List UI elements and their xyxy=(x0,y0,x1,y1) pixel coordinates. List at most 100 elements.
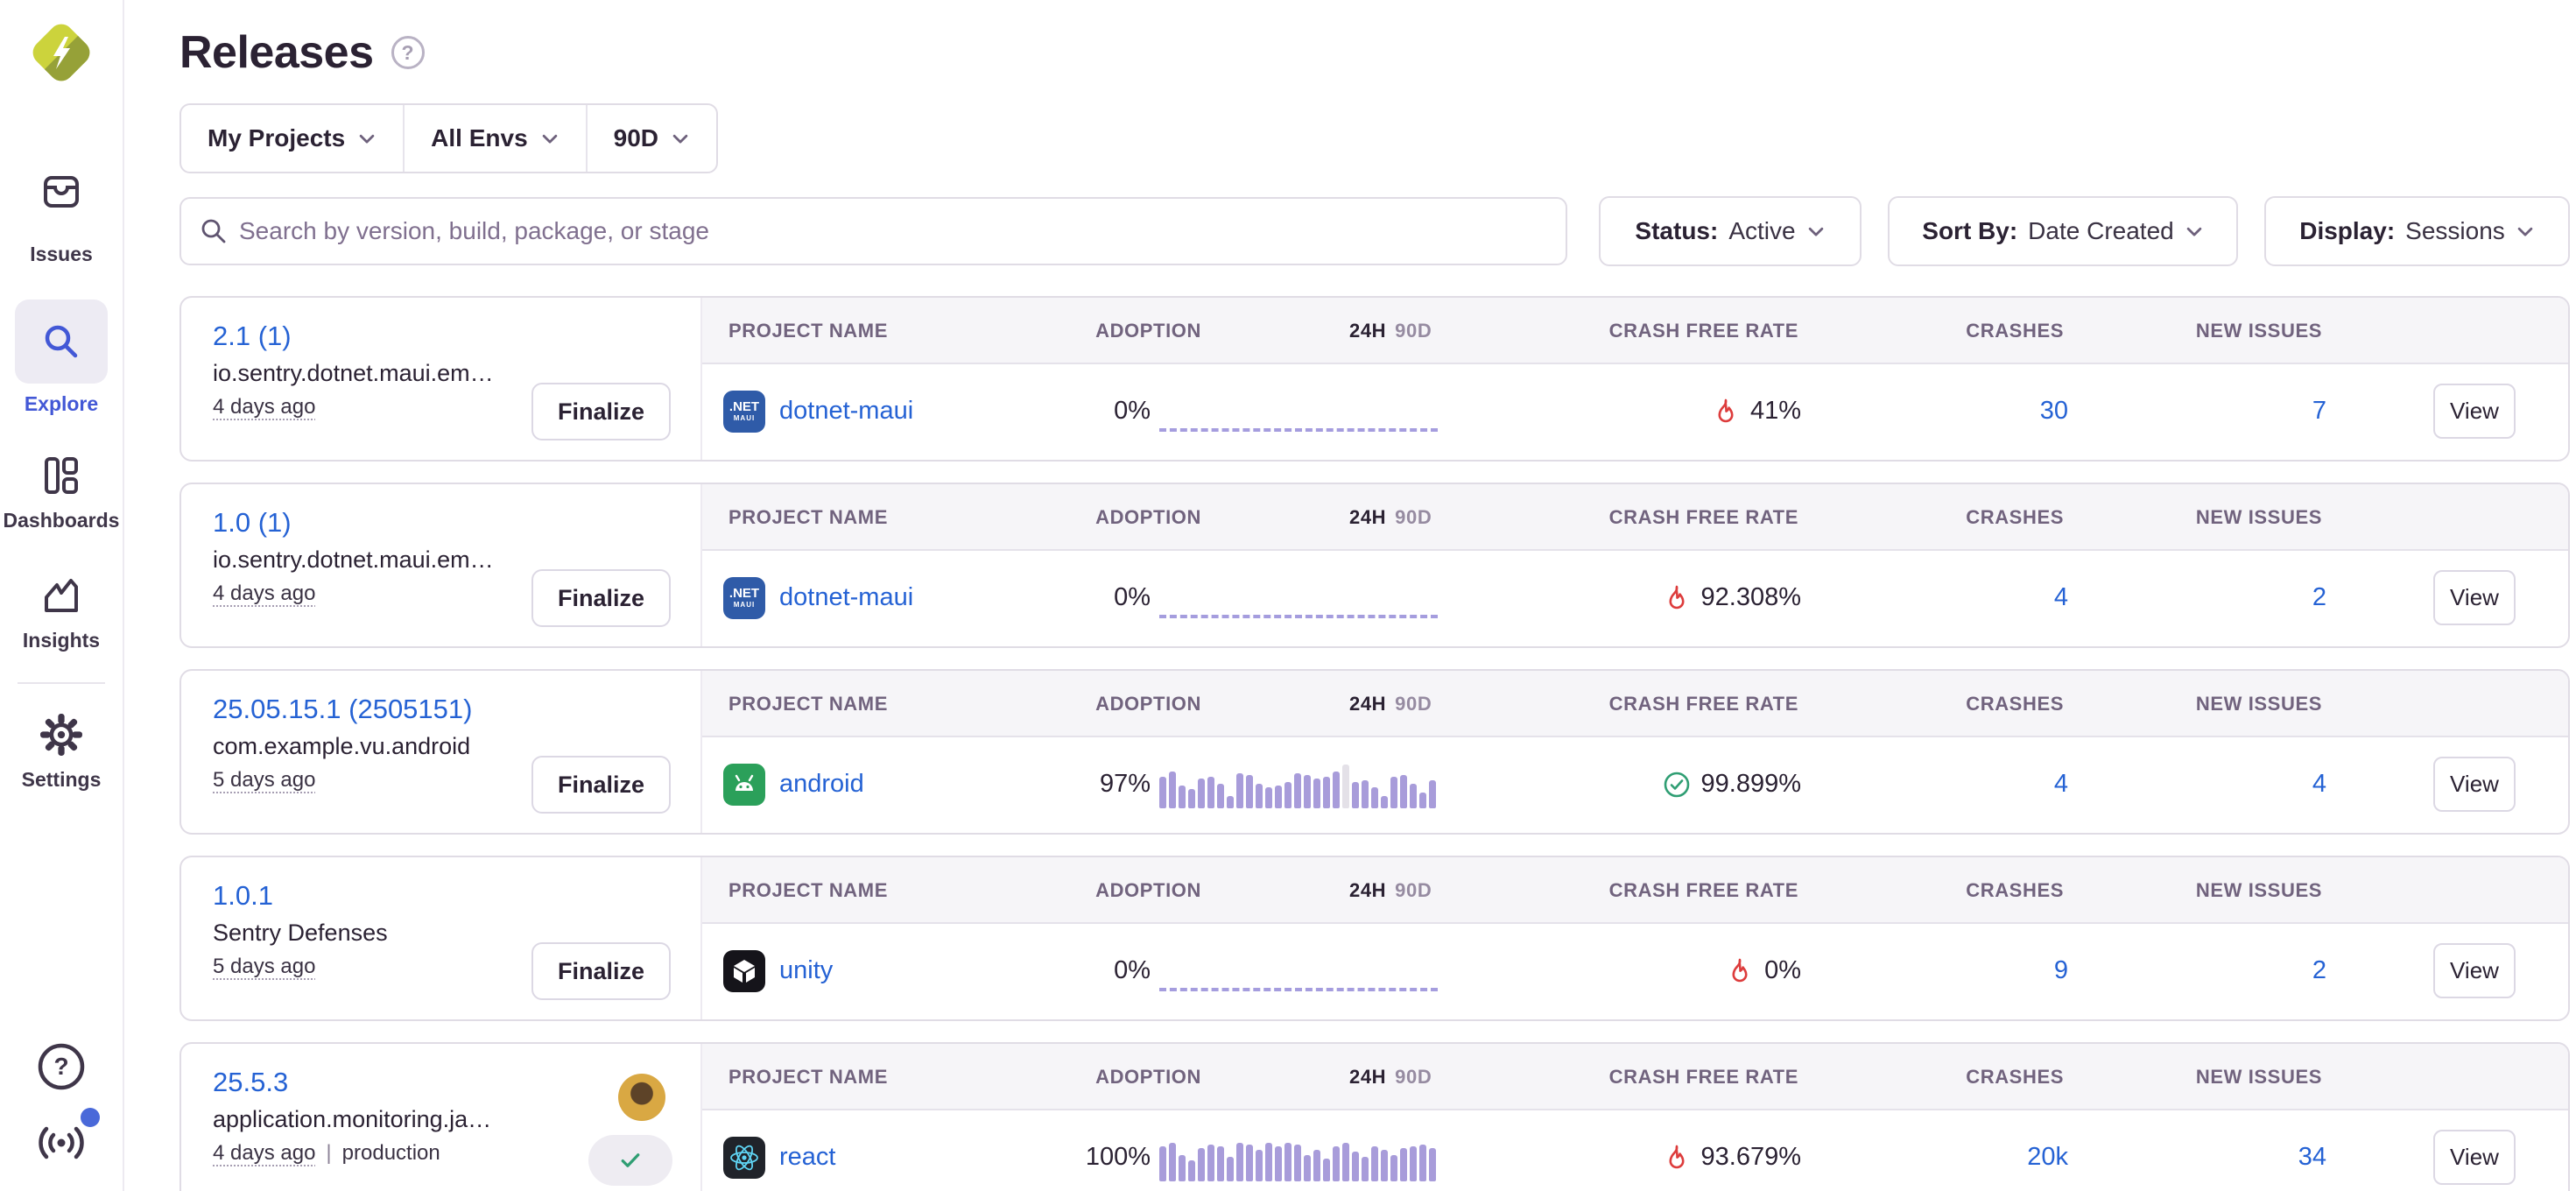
range-toggle-24h[interactable]: 24H xyxy=(1349,671,1386,737)
finalized-check-button[interactable] xyxy=(588,1135,672,1186)
sidebar-item-explore[interactable]: Explore xyxy=(15,300,108,416)
release-version-link[interactable]: 25.05.15.1 (2505151) xyxy=(213,694,472,725)
display-dropdown[interactable]: Display: Sessions xyxy=(2264,196,2570,266)
col-new-issues: NEW ISSUES xyxy=(2147,1044,2322,1110)
display-value: Sessions xyxy=(2405,217,2505,245)
sidebar: Issues Explore Dashboards Insights xyxy=(0,0,124,1191)
date-range-filter-dropdown[interactable]: 90D xyxy=(586,105,716,172)
range-toggle-90d[interactable]: 90D xyxy=(1395,1044,1432,1110)
crashes-count-link[interactable]: 4 xyxy=(2054,583,2068,612)
crashes-count-link[interactable]: 30 xyxy=(2040,397,2068,426)
release-version-link[interactable]: 1.0.1 xyxy=(213,880,273,912)
range-toggle-24h[interactable]: 24H xyxy=(1349,484,1386,551)
adoption-value: 100% xyxy=(1044,1110,1151,1191)
col-new-issues: NEW ISSUES xyxy=(2147,671,2322,737)
new-issues-count-link[interactable]: 2 xyxy=(2312,956,2326,985)
sidebar-item-dashboards[interactable]: Dashboards xyxy=(4,451,120,532)
project-link[interactable]: dotnet-maui xyxy=(779,583,913,612)
sidebar-item-issues[interactable]: Issues xyxy=(15,150,108,266)
finalize-button[interactable]: Finalize xyxy=(531,942,671,1000)
sidebar-divider xyxy=(18,682,105,684)
col-project-name: PROJECT NAME xyxy=(728,484,888,551)
view-button[interactable]: View xyxy=(2433,943,2516,998)
sidebar-item-insights[interactable]: Insights xyxy=(15,571,108,652)
sort-by-key: Sort By: xyxy=(1922,217,2017,245)
status-filter-dropdown[interactable]: Status: Active xyxy=(1599,196,1862,266)
finalize-button[interactable]: Finalize xyxy=(531,383,671,440)
chevron-down-icon xyxy=(2185,222,2204,241)
new-issues-count-link[interactable]: 7 xyxy=(2312,397,2326,426)
whats-new-broadcast-button[interactable] xyxy=(35,1118,88,1168)
adoption-chart-empty-line xyxy=(1159,615,1438,618)
project-platform-icon: .NETMAUI xyxy=(723,391,765,433)
new-issues-count-link[interactable]: 2 xyxy=(2312,583,2326,612)
adoption-chart[interactable] xyxy=(1159,383,1438,439)
finalize-button[interactable]: Finalize xyxy=(531,569,671,627)
adoption-chart[interactable] xyxy=(1159,942,1438,998)
sentry-logo-icon[interactable] xyxy=(26,16,96,94)
project-link[interactable]: android xyxy=(779,770,864,799)
project-platform-icon: .NETMAUI xyxy=(723,1137,765,1179)
view-button[interactable]: View xyxy=(2433,570,2516,625)
help-button[interactable]: ? xyxy=(37,1042,86,1096)
range-toggle-90d[interactable]: 90D xyxy=(1395,484,1432,551)
col-crash-free-rate: CRASH FREE RATE xyxy=(1534,671,1798,737)
adoption-chart[interactable] xyxy=(1159,569,1438,625)
range-toggle-90d[interactable]: 90D xyxy=(1395,298,1432,364)
adoption-chart-bars xyxy=(1159,765,1438,808)
release-search-input[interactable] xyxy=(179,197,1567,265)
finalize-button[interactable]: Finalize xyxy=(531,756,671,814)
release-health-table: PROJECT NAME ADOPTION 24H 90D CRASH FREE… xyxy=(702,298,2568,460)
flame-icon xyxy=(1712,398,1740,426)
page-title: Releases xyxy=(179,26,374,79)
table-row: .NETMAUI xyxy=(702,924,2568,1018)
range-toggle-90d[interactable]: 90D xyxy=(1395,671,1432,737)
view-button[interactable]: View xyxy=(2433,1130,2516,1185)
col-project-name: PROJECT NAME xyxy=(728,857,888,924)
flame-icon xyxy=(1726,957,1754,985)
release-author-avatar xyxy=(618,1074,665,1121)
crashes-count-link[interactable]: 20k xyxy=(2027,1143,2068,1172)
projects-filter-dropdown[interactable]: My Projects xyxy=(181,105,403,172)
crashes-count-link[interactable]: 4 xyxy=(2054,770,2068,799)
view-button[interactable]: View xyxy=(2433,757,2516,812)
col-adoption: ADOPTION xyxy=(991,484,1201,551)
table-header-row: PROJECT NAME ADOPTION 24H 90D CRASH FREE… xyxy=(702,298,2568,364)
col-adoption: ADOPTION xyxy=(991,671,1201,737)
sidebar-item-settings[interactable]: Settings xyxy=(15,710,108,792)
new-issues-count-link[interactable]: 4 xyxy=(2312,770,2326,799)
release-card: 2.1 (1) io.sentry.dotnet.maui.em… 4 days… xyxy=(181,298,702,460)
adoption-chart[interactable] xyxy=(1159,756,1438,812)
project-link[interactable]: dotnet-maui xyxy=(779,397,913,426)
table-header-row: PROJECT NAME ADOPTION 24H 90D CRASH FREE… xyxy=(702,1044,2568,1110)
col-adoption: ADOPTION xyxy=(991,1044,1201,1110)
release-health-table: PROJECT NAME ADOPTION 24H 90D CRASH FREE… xyxy=(702,857,2568,1019)
sort-by-dropdown[interactable]: Sort By: Date Created xyxy=(1888,196,2238,266)
chevron-down-icon xyxy=(671,129,690,148)
flame-icon xyxy=(1663,1144,1691,1172)
releases-help-icon[interactable]: ? xyxy=(391,36,425,69)
project-platform-icon: .NETMAUI xyxy=(723,764,765,806)
range-toggle-24h[interactable]: 24H xyxy=(1349,1044,1386,1110)
release-health-table: PROJECT NAME ADOPTION 24H 90D CRASH FREE… xyxy=(702,1044,2568,1191)
projects-filter-label: My Projects xyxy=(208,124,345,152)
project-link[interactable]: unity xyxy=(779,956,833,985)
new-issues-count-link[interactable]: 34 xyxy=(2298,1143,2326,1172)
range-toggle-24h[interactable]: 24H xyxy=(1349,857,1386,924)
project-platform-icon: .NETMAUI xyxy=(723,950,765,992)
view-button[interactable]: View xyxy=(2433,384,2516,439)
release-list: 2.1 (1) io.sentry.dotnet.maui.em… 4 days… xyxy=(179,296,2576,1191)
crashes-count-link[interactable]: 9 xyxy=(2054,956,2068,985)
col-new-issues: NEW ISSUES xyxy=(2147,298,2322,364)
release-version-link[interactable]: 25.5.3 xyxy=(213,1067,288,1098)
release-group: 2.1 (1) io.sentry.dotnet.maui.em… 4 days… xyxy=(179,296,2570,462)
environments-filter-dropdown[interactable]: All Envs xyxy=(403,105,585,172)
adoption-value: 97% xyxy=(1044,737,1151,831)
release-version-link[interactable]: 1.0 (1) xyxy=(213,507,292,539)
range-toggle-90d[interactable]: 90D xyxy=(1395,857,1432,924)
range-toggle-24h[interactable]: 24H xyxy=(1349,298,1386,364)
release-version-link[interactable]: 2.1 (1) xyxy=(213,321,292,352)
adoption-chart[interactable] xyxy=(1159,1129,1438,1185)
adoption-value: 0% xyxy=(1044,364,1151,458)
project-link[interactable]: react xyxy=(779,1143,835,1172)
